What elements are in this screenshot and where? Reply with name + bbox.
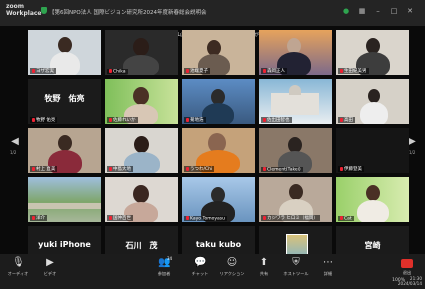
system-clock: 21:30 2024/03/14 (397, 276, 422, 286)
smile-icon: ☺ (226, 257, 238, 268)
mic-muted-icon (32, 215, 35, 220)
mic-muted-icon (109, 215, 112, 220)
meeting-toolbar: 🎙 オーディオ ▶ ビデオ 👥 34 参加者 💬 チャット ☺ リアクション ⬆… (0, 254, 425, 289)
audio-button[interactable]: 🎙 オーディオ (4, 257, 32, 277)
meeting-title: 【第6回NPO法人 国際ビジョン研究所2024年度新春総会説明会 (49, 10, 207, 16)
video-tile[interactable]: 佐出田智也 (259, 79, 332, 124)
mic-muted-icon (186, 68, 189, 73)
video-tile[interactable]: 伊藤登美 (336, 128, 409, 173)
mic-muted-icon (186, 166, 189, 171)
mic-muted-icon (186, 215, 189, 220)
video-tile[interactable]: Kayo Tomoyasu (182, 177, 255, 222)
title-bar: zoom Workplace 【第6回NPO法人 国際ビジョン研究所2024年度新… (0, 0, 425, 26)
more-button[interactable]: ⋯ 詳細 (314, 257, 342, 277)
microphone-icon: 🎙 (12, 257, 25, 268)
video-tile[interactable]: 菊地浩 (182, 79, 255, 124)
share-button[interactable]: ⬆ 共有 (250, 257, 278, 277)
video-tile[interactable]: 森岡正人 (259, 30, 332, 75)
participants-button[interactable]: 👥 34 参加者 (150, 256, 178, 277)
video-tile[interactable]: 生田紀美男 (336, 30, 409, 75)
share-icon: ⬆ (259, 257, 269, 268)
mic-muted-icon (340, 166, 343, 171)
video-button[interactable]: ▶ ビデオ (36, 257, 64, 277)
mic-muted-icon (109, 68, 112, 73)
video-tile[interactable]: 池端夏子 (182, 30, 255, 75)
video-tile[interactable]: 村上 直美 (28, 128, 101, 173)
video-tile[interactable]: Chika (105, 30, 178, 75)
mic-muted-icon (109, 166, 112, 171)
mic-muted-icon (263, 215, 266, 220)
maximize-icon[interactable]: □ (390, 7, 398, 15)
reactions-button[interactable]: ☺ リアクション (218, 257, 246, 277)
exit-icon (401, 259, 413, 268)
mic-muted-icon (340, 117, 343, 122)
video-tile[interactable]: 中島大地 (105, 128, 178, 173)
page-indicator-right: 1/2 (409, 150, 416, 155)
camera-icon: ▶ (46, 257, 54, 268)
mic-muted-icon (109, 117, 112, 122)
video-tile[interactable]: Clement(Takei) (259, 128, 332, 173)
video-tile[interactable]: ヨザ宏実 (28, 30, 101, 75)
video-tile[interactable]: 洋介 (28, 177, 101, 222)
zoom-logo: zoom Workplace (6, 3, 42, 17)
mic-muted-icon (340, 68, 343, 73)
shield-icon: ⛨ (292, 257, 300, 268)
chat-icon: 💬 (194, 257, 207, 268)
more-icon: ⋯ (323, 257, 333, 268)
video-tile[interactable]: 佐藤れいか (105, 79, 178, 124)
video-tile[interactable]: Cat (336, 177, 409, 222)
view-icon[interactable]: ▦ (358, 7, 366, 15)
video-tile[interactable]: 高田 (336, 79, 409, 124)
minimize-icon[interactable]: – (374, 7, 382, 15)
video-tile[interactable]: 牧野 佑亮 牧野 佑亮 (28, 79, 101, 124)
close-icon[interactable]: ✕ (406, 7, 414, 15)
video-tile[interactable]: うつわ/Chi (182, 128, 255, 173)
security-icon[interactable]: ● (342, 7, 350, 15)
mic-muted-icon (340, 215, 343, 220)
page-indicator-left: 1/2 (10, 150, 17, 155)
mic-muted-icon (32, 68, 35, 73)
mic-muted-icon (263, 166, 266, 171)
prev-page-arrow-icon[interactable]: ◀ (10, 132, 20, 152)
mic-muted-icon (32, 166, 35, 171)
mic-muted-icon (186, 117, 189, 122)
mic-muted-icon (32, 117, 35, 122)
video-tile[interactable]: 国仲百世 (105, 177, 178, 222)
mic-muted-icon (263, 68, 266, 73)
mic-muted-icon (263, 117, 266, 122)
leave-button[interactable]: 退出 (393, 257, 421, 276)
chat-button[interactable]: 💬 チャット (186, 257, 214, 277)
video-tile[interactable]: カジワラ ヒロミ（福岡） (259, 177, 332, 222)
host-tools-button[interactable]: ⛨ ホストツール (282, 257, 310, 277)
shield-icon[interactable] (41, 7, 47, 14)
